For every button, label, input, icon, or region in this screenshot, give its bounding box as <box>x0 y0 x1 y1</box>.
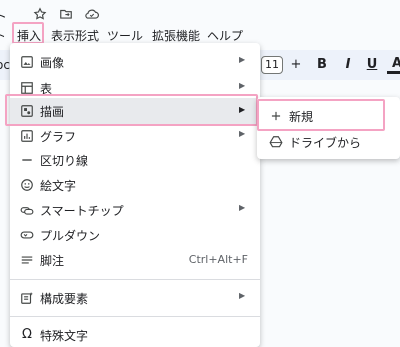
menu-item-label: 特殊文字 <box>40 329 89 343</box>
bold-button[interactable]: B <box>312 56 332 74</box>
emoji-icon <box>20 178 34 192</box>
increase-font-size-button[interactable]: + <box>286 56 306 74</box>
submenu-arrow-icon: ▶ <box>239 81 246 90</box>
table-icon <box>20 81 34 95</box>
text-color-button[interactable]: A <box>387 56 400 74</box>
insert-highlight-box <box>12 22 44 44</box>
menu-item-emoji[interactable]: 絵文字 <box>10 173 260 197</box>
menu-item-special-characters[interactable]: Ω 特殊文字 <box>10 323 260 347</box>
submenu-item-from-drive[interactable]: ドライブから <box>257 130 400 154</box>
underline-button[interactable]: U <box>362 56 382 74</box>
italic-button[interactable]: I <box>338 56 358 74</box>
menu-item-label: 絵文字 <box>40 179 77 193</box>
new-highlight-box <box>257 99 385 131</box>
dropdown-icon <box>20 228 34 242</box>
menu-format[interactable]: 表示形式 <box>51 27 99 44</box>
menu-help[interactable]: ヘルプ <box>207 27 243 44</box>
menu-item-horizontal-line[interactable]: 区切り線 <box>10 148 260 172</box>
submenu-item-label: ドライブから <box>289 136 362 150</box>
submenu-arrow-icon: ▶ <box>239 129 246 138</box>
footnote-icon <box>20 253 34 267</box>
menu-separator <box>10 279 260 280</box>
cloud-status-icon[interactable] <box>84 7 99 21</box>
star-icon[interactable] <box>33 7 47 21</box>
title-bar: ト <box>0 0 400 26</box>
horizontal-line-icon <box>20 153 34 167</box>
chart-icon <box>20 129 34 143</box>
footnote-shortcut: Ctrl+Alt+F <box>188 253 248 266</box>
image-icon <box>20 55 34 69</box>
submenu-arrow-icon: ▶ <box>239 291 246 300</box>
menu-item-building-blocks[interactable]: 構成要素 ▶ <box>10 286 260 310</box>
insert-menu: 画像 ▶ 表 ▶ 描画 ▶ グラフ ▶ 区切り線 絵文字 スマートチップ ▶ プ… <box>10 43 260 347</box>
menu-item-chart[interactable]: グラフ ▶ <box>10 124 260 148</box>
menu-item-label: プルダウン <box>40 229 101 243</box>
drawing-highlight-box <box>5 94 258 126</box>
drive-icon <box>269 135 283 149</box>
menu-item-label: 区切り線 <box>40 154 89 168</box>
menu-extensions[interactable]: 拡張機能 <box>152 27 200 44</box>
toolbar-fragment: oc <box>0 58 10 72</box>
menu-item-label: 脚注 <box>40 254 65 268</box>
menu-item-image[interactable]: 画像 ▶ <box>10 50 260 74</box>
menu-item-smart-chips[interactable]: スマートチップ ▶ <box>10 198 260 222</box>
move-to-folder-icon[interactable] <box>59 7 73 21</box>
building-blocks-icon <box>20 291 34 305</box>
menu-item-label: グラフ <box>40 130 77 144</box>
submenu-arrow-icon: ▶ <box>239 55 246 64</box>
omega-icon: Ω <box>22 327 32 342</box>
document-title[interactable]: ト <box>0 6 7 25</box>
menu-item-label: 構成要素 <box>40 292 89 306</box>
font-size-input[interactable]: 11 <box>261 56 283 74</box>
menu-item-footnote[interactable]: 脚注 Ctrl+Alt+F <box>10 248 260 272</box>
menu-tools[interactable]: ツール <box>107 27 143 44</box>
submenu-arrow-icon: ▶ <box>239 203 246 212</box>
menu-item-dropdown[interactable]: プルダウン <box>10 223 260 247</box>
menu-separator <box>10 316 260 317</box>
smart-chip-icon <box>20 203 34 217</box>
menu-file[interactable]: ト <box>0 27 6 44</box>
menu-item-label: 画像 <box>40 56 65 70</box>
menu-item-label: スマートチップ <box>40 204 124 218</box>
